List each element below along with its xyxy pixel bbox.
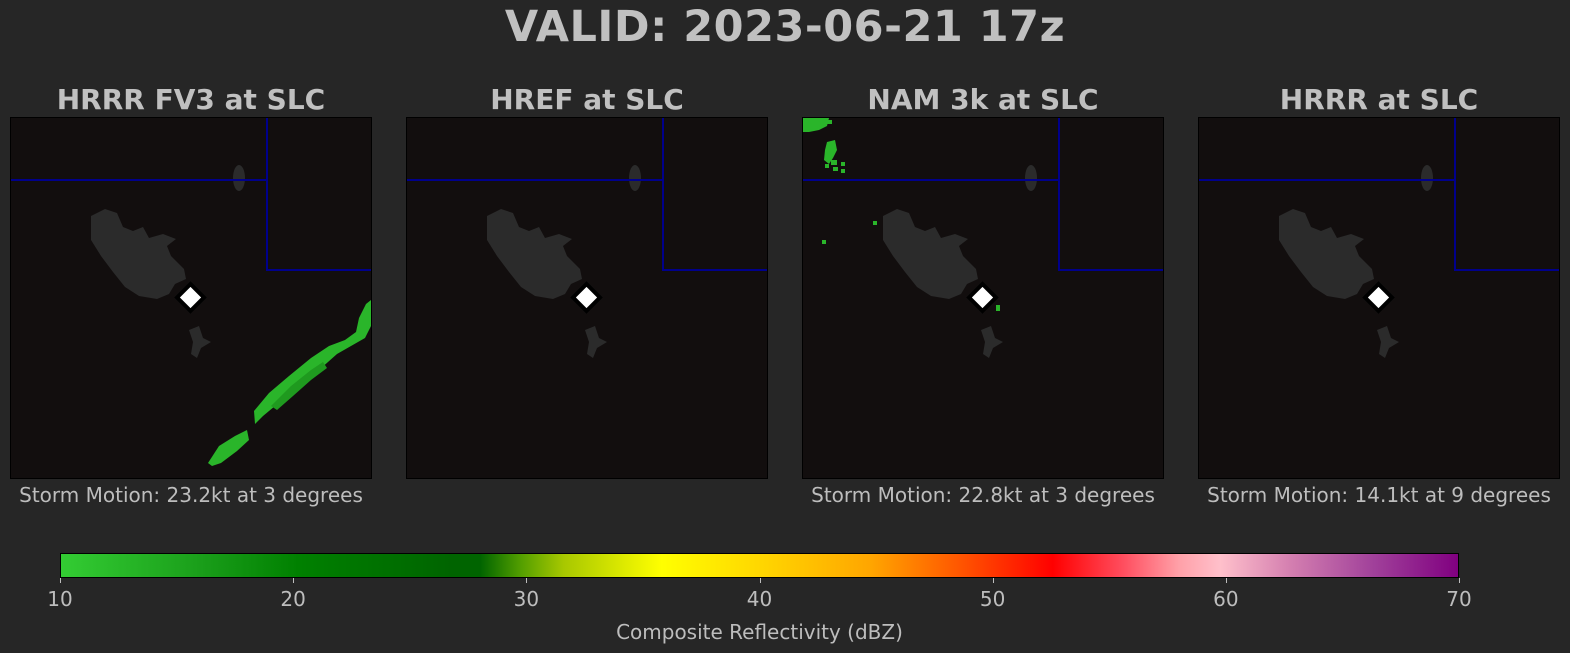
station-marker-slc [966,281,999,314]
colorbar-tick-label: 60 [1213,587,1239,611]
great-salt-lake [91,209,186,299]
state-border [266,180,371,271]
reflectivity-echo [803,118,829,132]
state-border [11,118,268,181]
great-salt-lake [487,209,582,299]
colorbar-gradient [60,553,1459,578]
panel-title: HRRR at SLC [1279,83,1479,116]
reflectivity-echo [827,120,832,124]
lake-small [1421,165,1433,191]
radar-map [10,117,372,479]
colorbar-tick-label: 70 [1446,587,1472,611]
colorbar-tick-label: 20 [280,587,306,611]
colorbar-tick-label: 10 [47,587,73,611]
station-marker-slc [1362,281,1395,314]
reflectivity-echo [822,240,826,244]
reflectivity-echo [841,169,845,173]
colorbar-tick-mark [60,578,61,583]
radar-map [1198,117,1560,479]
panel-title: HREF at SLC [490,83,684,116]
reflectivity-echo [841,162,845,166]
reflectivity-echo [833,167,838,171]
colorbar-tick-mark [1225,578,1227,583]
reflectivity-echo [996,305,1000,311]
colorbar-tick-label: 40 [746,587,773,611]
map-svg [11,118,371,466]
utah-lake [585,326,607,358]
colorbar-tick-mark [293,578,295,583]
lake-small [233,165,245,191]
storm-motion-caption: Storm Motion: 14.1kt at 9 degrees [1207,483,1551,507]
panel-title: NAM 3k at SLC [867,83,1099,116]
map-svg [1199,118,1559,358]
state-border [662,180,767,271]
map-svg [407,118,767,358]
colorbar-tick-mark [1459,578,1460,583]
lake-small [1025,165,1037,191]
map-svg [803,118,1163,358]
colorbar-tick-label: 30 [513,587,540,611]
utah-lake [981,326,1003,358]
reflectivity-echo [208,430,249,466]
radar-map [802,117,1164,479]
radar-map [406,117,768,479]
reflectivity-echo [254,300,371,424]
reflectivity-echo [825,164,829,168]
colorbar-tick-mark [992,578,994,583]
great-salt-lake [883,209,978,299]
colorbar-tick-mark [526,578,528,583]
station-marker-slc [570,281,603,314]
state-border [1454,180,1559,271]
storm-motion-caption: Storm Motion: 23.2kt at 3 degrees [19,483,363,507]
colorbar-tick-mark [759,578,761,583]
state-border [407,118,664,181]
utah-lake [189,326,211,358]
colorbar-label: Composite Reflectivity (dBZ) [616,620,903,644]
great-salt-lake [1279,209,1374,299]
reflectivity-echo [873,221,877,225]
storm-motion-caption: Storm Motion: 22.8kt at 3 degrees [811,483,1155,507]
state-border [1199,118,1456,181]
main-title: VALID: 2023-06-21 17z [504,2,1066,52]
panel-title: HRRR FV3 at SLC [56,83,326,116]
colorbar-legend: 10 20 30 40 50 60 70 Composite Reflectivity (d… [47,553,1472,644]
utah-lake [1377,326,1399,358]
colorbar-tick-label: 50 [979,587,1006,611]
lake-small [629,165,641,191]
reflectivity-echo [831,160,837,165]
state-border [1058,180,1163,271]
station-marker-slc [174,281,207,314]
